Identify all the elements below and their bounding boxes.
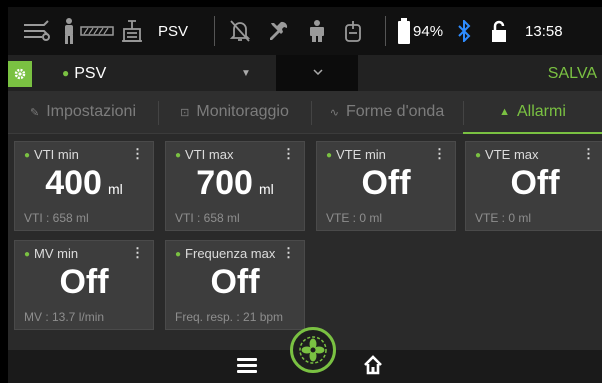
ventilator-screen: PSV 94% 13:58 ● PSV ▼ SALVA ✎ Impostazio… (8, 7, 602, 383)
alarm-title: ● VTE max (475, 147, 539, 162)
alarm-current-reading: Freq. resp. : 21 bpm (175, 310, 284, 324)
ventilation-icon (343, 19, 363, 43)
alarm-unit: ml (258, 181, 274, 197)
kebab-menu-icon[interactable]: ⋮ (131, 245, 144, 261)
bell-icon: ▲ (499, 106, 510, 118)
alarm-current-reading: VTI : 658 ml (24, 211, 89, 225)
alarm-title-text: VTI min (34, 147, 79, 162)
tab-allarmi[interactable]: ▲ Allarmi (463, 91, 602, 134)
alarm-card-frequenza-max[interactable]: ● Frequenza max ⋮ Off Freq. resp. : 21 bp… (165, 240, 305, 330)
monitor-icon: ⊡ (180, 106, 190, 119)
battery-percent: 94% (413, 22, 444, 40)
alarm-current-reading: MV : 13.7 l/min (24, 310, 105, 324)
alarm-card-vti-max[interactable]: ● VTI max ⋮ 700 ml VTI : 658 ml (165, 141, 305, 231)
gear-icon (14, 68, 26, 80)
alarm-status-dot: ● (175, 150, 182, 161)
kebab-menu-icon[interactable]: ⋮ (433, 146, 446, 162)
tab-monitoraggio[interactable]: ⊡ Monitoraggio (158, 91, 311, 133)
alarm-title: ● VTE min (326, 147, 386, 162)
alarm-card-vte-min[interactable]: ● VTE min ⋮ Off VTE : 0 ml (316, 141, 456, 231)
mode-settings-button[interactable] (8, 61, 32, 87)
alarm-status-dot: ● (24, 150, 31, 161)
tab-label: Allarmi (517, 103, 566, 120)
alarm-title: ● VTI min (24, 147, 79, 162)
kebab-menu-icon[interactable]: ⋮ (131, 146, 144, 162)
patient-circuit-icon (22, 18, 52, 44)
alarm-current-reading: VTE : 0 ml (475, 211, 532, 225)
alarm-value-text: Off (510, 164, 560, 202)
alarm-title: ● Frequenza max (175, 246, 275, 261)
mode-option-dropdown[interactable] (276, 55, 358, 91)
bluetooth-icon (457, 20, 471, 42)
tube-icon (80, 25, 114, 37)
tab-label: Impostazioni (46, 103, 137, 120)
alarm-title-text: MV min (34, 246, 79, 261)
chevron-down-icon[interactable]: ▼ (241, 68, 251, 79)
alarm-value: 400 ml (15, 164, 153, 203)
hamburger-menu-icon[interactable] (237, 358, 257, 376)
alarm-value: 700 ml (166, 164, 304, 203)
alarm-card-vti-min[interactable]: ● VTI min ⋮ 400 ml VTI : 658 ml (14, 141, 154, 231)
tab-bar: ✎ Impostazioni ⊡ Monitoraggio ∿ Forme d'ond… (8, 91, 602, 134)
person-icon (307, 19, 327, 43)
alarm-status-dot: ● (326, 150, 333, 161)
waveform-icon: ∿ (329, 106, 339, 119)
alarm-value: Off (15, 263, 153, 302)
alarm-status-dot: ● (24, 249, 31, 260)
lock-open-icon[interactable] (491, 20, 507, 42)
tab-impostazioni[interactable]: ✎ Impostazioni (8, 91, 158, 133)
alarm-value-text: 400 (45, 164, 102, 202)
alarm-card-mv-min[interactable]: ● MV min ⋮ Off MV : 13.7 l/min (14, 240, 154, 330)
clock-time: 13:58 (525, 22, 563, 40)
home-icon[interactable] (363, 355, 383, 380)
settings-icon: ✎ (29, 106, 40, 119)
status-mode-label: PSV (158, 22, 189, 40)
alarm-title: ● VTI max (175, 147, 233, 162)
save-button[interactable]: SALVA (548, 65, 597, 83)
alarm-title: ● MV min (24, 246, 78, 261)
alarm-status-dot: ● (175, 249, 182, 260)
tab-label: Monitoraggio (196, 103, 289, 120)
battery-icon (398, 18, 411, 44)
ventilator-icon (120, 19, 144, 43)
mode-select-value: PSV (74, 65, 107, 82)
alarm-card-vte-max[interactable]: ● VTE max ⋮ Off VTE : 0 ml (465, 141, 602, 231)
ventilation-start-button[interactable] (290, 327, 336, 373)
tools-icon[interactable] (267, 19, 291, 43)
status-bar: PSV 94% 13:58 (8, 7, 602, 55)
alarm-title-text: VTI max (185, 147, 234, 162)
alarm-unit: ml (107, 181, 123, 197)
alarm-current-reading: VTE : 0 ml (326, 211, 383, 225)
kebab-menu-icon[interactable]: ⋮ (282, 146, 295, 162)
alarm-title-text: VTE max (485, 147, 539, 162)
alarm-title-text: VTE min (336, 147, 386, 162)
tab-label: Forme d'onda (346, 103, 445, 120)
kebab-menu-icon[interactable]: ⋮ (582, 146, 595, 162)
mode-select[interactable]: ● PSV (62, 65, 106, 83)
tab-forme-d-onda[interactable]: ∿ Forme d'onda (311, 91, 463, 133)
kebab-menu-icon[interactable]: ⋮ (282, 245, 295, 261)
alarm-status-dot: ● (475, 150, 482, 161)
alarm-value-text: 700 (196, 164, 253, 202)
alarm-silenced-icon[interactable] (229, 19, 251, 43)
alarm-value: Off (317, 164, 455, 203)
alarm-value-text: Off (361, 164, 411, 202)
adult-patient-icon (62, 17, 76, 45)
fan-icon (299, 336, 327, 364)
alarm-value: Off (466, 164, 602, 203)
mode-dot-icon: ● (62, 66, 70, 80)
alarm-current-reading: VTI : 658 ml (175, 211, 240, 225)
alarm-value-text: Off (59, 263, 109, 301)
chevron-down-icon (313, 69, 323, 75)
alarm-title-text: Frequenza max (185, 246, 276, 261)
alarm-value: Off (166, 263, 304, 302)
alarm-value-text: Off (210, 263, 260, 301)
